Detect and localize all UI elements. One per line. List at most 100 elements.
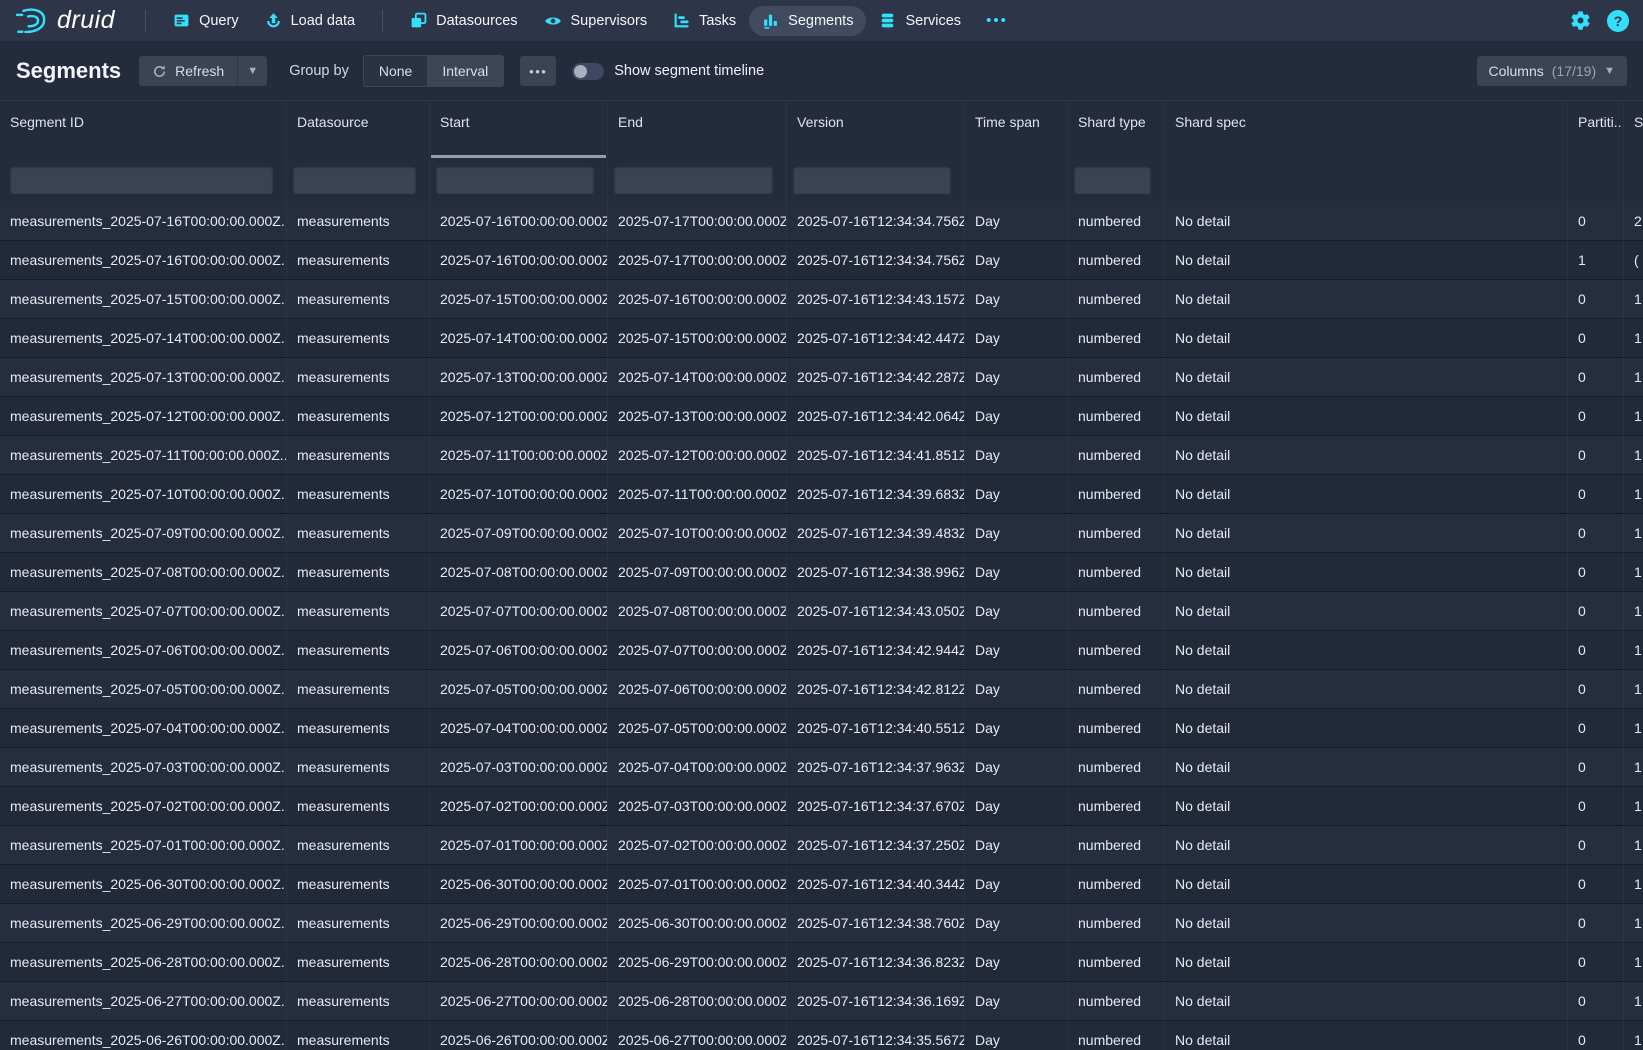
cell-partition: 0 xyxy=(1568,787,1624,825)
cell-segment_id: measurements_2025-07-09T00:00:00.000Z... xyxy=(0,514,287,552)
cell-end: 2025-06-27T00:00:00.000Z xyxy=(608,1021,787,1050)
cell-shard_type: numbered xyxy=(1068,787,1165,825)
page-title: Segments xyxy=(16,58,121,84)
cell-start: 2025-07-10T00:00:00.000Z xyxy=(430,475,608,513)
navbar-item-services[interactable]: Services xyxy=(866,6,974,36)
cell-shard_spec: No detail xyxy=(1165,241,1568,279)
cell-datasource: measurements xyxy=(287,748,430,786)
cell-size: 1 xyxy=(1624,943,1643,981)
cell-end: 2025-06-29T00:00:00.000Z xyxy=(608,943,787,981)
cell-time_span: Day xyxy=(965,904,1068,942)
table-row: measurements_2025-07-04T00:00:00.000Z...… xyxy=(0,709,1643,748)
cell-partition: 0 xyxy=(1568,904,1624,942)
column-header-label: Partiti... xyxy=(1578,114,1624,130)
refresh-button[interactable]: Refresh xyxy=(139,56,237,86)
refresh-caret-button[interactable]: ▼ xyxy=(237,56,267,86)
cell-segment_id: measurements_2025-07-11T00:00:00.000Z... xyxy=(0,436,287,474)
cell-shard_spec: No detail xyxy=(1165,982,1568,1020)
column-header-time_span[interactable]: Time span xyxy=(965,101,1068,158)
cell-size: 2 xyxy=(1624,202,1643,240)
column-header-partition[interactable]: Partiti... xyxy=(1568,101,1624,158)
cell-size: 1 xyxy=(1624,280,1643,318)
column-header-label: Version xyxy=(797,114,844,130)
cell-end: 2025-07-02T00:00:00.000Z xyxy=(608,826,787,864)
cell-start: 2025-07-16T00:00:00.000Z xyxy=(430,241,608,279)
column-header-shard_spec[interactable]: Shard spec xyxy=(1165,101,1568,158)
gear-icon[interactable] xyxy=(1570,10,1591,31)
navbar-item-supervisors[interactable]: Supervisors xyxy=(531,6,661,36)
cell-datasource: measurements xyxy=(287,553,430,591)
segment_id-filter-input[interactable] xyxy=(10,166,273,194)
cell-shard_spec: No detail xyxy=(1165,280,1568,318)
cell-shard_type: numbered xyxy=(1068,904,1165,942)
navbar-more-menu[interactable]: ••• xyxy=(974,12,1020,29)
cell-segment_id: measurements_2025-07-16T00:00:00.000Z... xyxy=(0,202,287,240)
navbar-item-segments[interactable]: Segments xyxy=(749,6,866,36)
cell-segment_id: measurements_2025-07-10T00:00:00.000Z... xyxy=(0,475,287,513)
toolbar-more-button[interactable]: ••• xyxy=(520,56,556,86)
column-header-label: Datasource xyxy=(297,114,369,130)
group-by-interval-button[interactable]: Interval xyxy=(427,56,503,86)
cell-shard_type: numbered xyxy=(1068,202,1165,240)
cell-size: 1 xyxy=(1624,865,1643,903)
table-body: measurements_2025-07-16T00:00:00.000Z...… xyxy=(0,202,1643,1050)
navbar-item-query[interactable]: Query xyxy=(160,6,252,36)
table-row: measurements_2025-07-14T00:00:00.000Z...… xyxy=(0,319,1643,358)
cell-partition: 0 xyxy=(1568,1021,1624,1050)
end-filter-input[interactable] xyxy=(614,166,773,194)
cell-shard_type: numbered xyxy=(1068,553,1165,591)
cell-shard_spec: No detail xyxy=(1165,592,1568,630)
start-filter-input[interactable] xyxy=(436,166,594,194)
column-header-segment_id[interactable]: Segment ID xyxy=(0,101,287,158)
cell-end: 2025-07-05T00:00:00.000Z xyxy=(608,709,787,747)
column-header-size[interactable]: S xyxy=(1624,101,1643,158)
cell-shard_spec: No detail xyxy=(1165,865,1568,903)
group-by-none-button[interactable]: None xyxy=(364,56,427,86)
cell-segment_id: measurements_2025-07-15T00:00:00.000Z... xyxy=(0,280,287,318)
column-header-label: S xyxy=(1634,114,1643,130)
cell-end: 2025-07-17T00:00:00.000Z xyxy=(608,202,787,240)
column-header-label: Segment ID xyxy=(10,114,84,130)
column-header-end[interactable]: End xyxy=(608,101,787,158)
navbar-item-datasources[interactable]: Datasources xyxy=(397,6,530,36)
cell-end: 2025-07-15T00:00:00.000Z xyxy=(608,319,787,357)
table-row: measurements_2025-07-09T00:00:00.000Z...… xyxy=(0,514,1643,553)
cell-end: 2025-07-01T00:00:00.000Z xyxy=(608,865,787,903)
navbar-item-load-data[interactable]: Load data xyxy=(252,6,369,36)
segment-timeline-toggle[interactable] xyxy=(572,63,604,80)
cell-size: 1 xyxy=(1624,592,1643,630)
cell-start: 2025-06-29T00:00:00.000Z xyxy=(430,904,608,942)
columns-picker-button[interactable]: Columns (17/19) ▼ xyxy=(1477,56,1628,86)
druid-logo[interactable]: druid xyxy=(14,5,131,37)
cell-version: 2025-07-16T12:34:40.551Z xyxy=(787,709,965,747)
datasources-icon xyxy=(410,12,427,29)
column-header-version[interactable]: Version xyxy=(787,101,965,158)
cell-size: 1 xyxy=(1624,397,1643,435)
help-icon[interactable]: ? xyxy=(1607,10,1629,32)
cell-end: 2025-07-10T00:00:00.000Z xyxy=(608,514,787,552)
cell-end: 2025-07-09T00:00:00.000Z xyxy=(608,553,787,591)
column-header-shard_type[interactable]: Shard type xyxy=(1068,101,1165,158)
column-header-start[interactable]: Start xyxy=(430,101,608,158)
cell-segment_id: measurements_2025-07-03T00:00:00.000Z... xyxy=(0,748,287,786)
cell-partition: 0 xyxy=(1568,436,1624,474)
cell-datasource: measurements xyxy=(287,397,430,435)
datasource-filter-input[interactable] xyxy=(293,166,416,194)
version-filter-input[interactable] xyxy=(793,166,951,194)
segments-toolbar: Segments Refresh ▼ Group by None Interva… xyxy=(0,42,1643,100)
column-header-label: End xyxy=(618,114,643,130)
cell-segment_id: measurements_2025-06-30T00:00:00.000Z... xyxy=(0,865,287,903)
cell-time_span: Day xyxy=(965,865,1068,903)
shard_type-filter-input[interactable] xyxy=(1074,166,1151,194)
table-row: measurements_2025-06-29T00:00:00.000Z...… xyxy=(0,904,1643,943)
cell-datasource: measurements xyxy=(287,202,430,240)
filter-cell-partition xyxy=(1568,158,1624,202)
navbar-item-tasks[interactable]: Tasks xyxy=(660,6,749,36)
query-icon xyxy=(173,12,190,29)
cell-size: ( xyxy=(1624,241,1643,279)
cell-version: 2025-07-16T12:34:37.250Z xyxy=(787,826,965,864)
table-row: measurements_2025-06-27T00:00:00.000Z...… xyxy=(0,982,1643,1021)
filter-cell-segment_id xyxy=(0,158,287,202)
column-header-datasource[interactable]: Datasource xyxy=(287,101,430,158)
cell-start: 2025-06-30T00:00:00.000Z xyxy=(430,865,608,903)
